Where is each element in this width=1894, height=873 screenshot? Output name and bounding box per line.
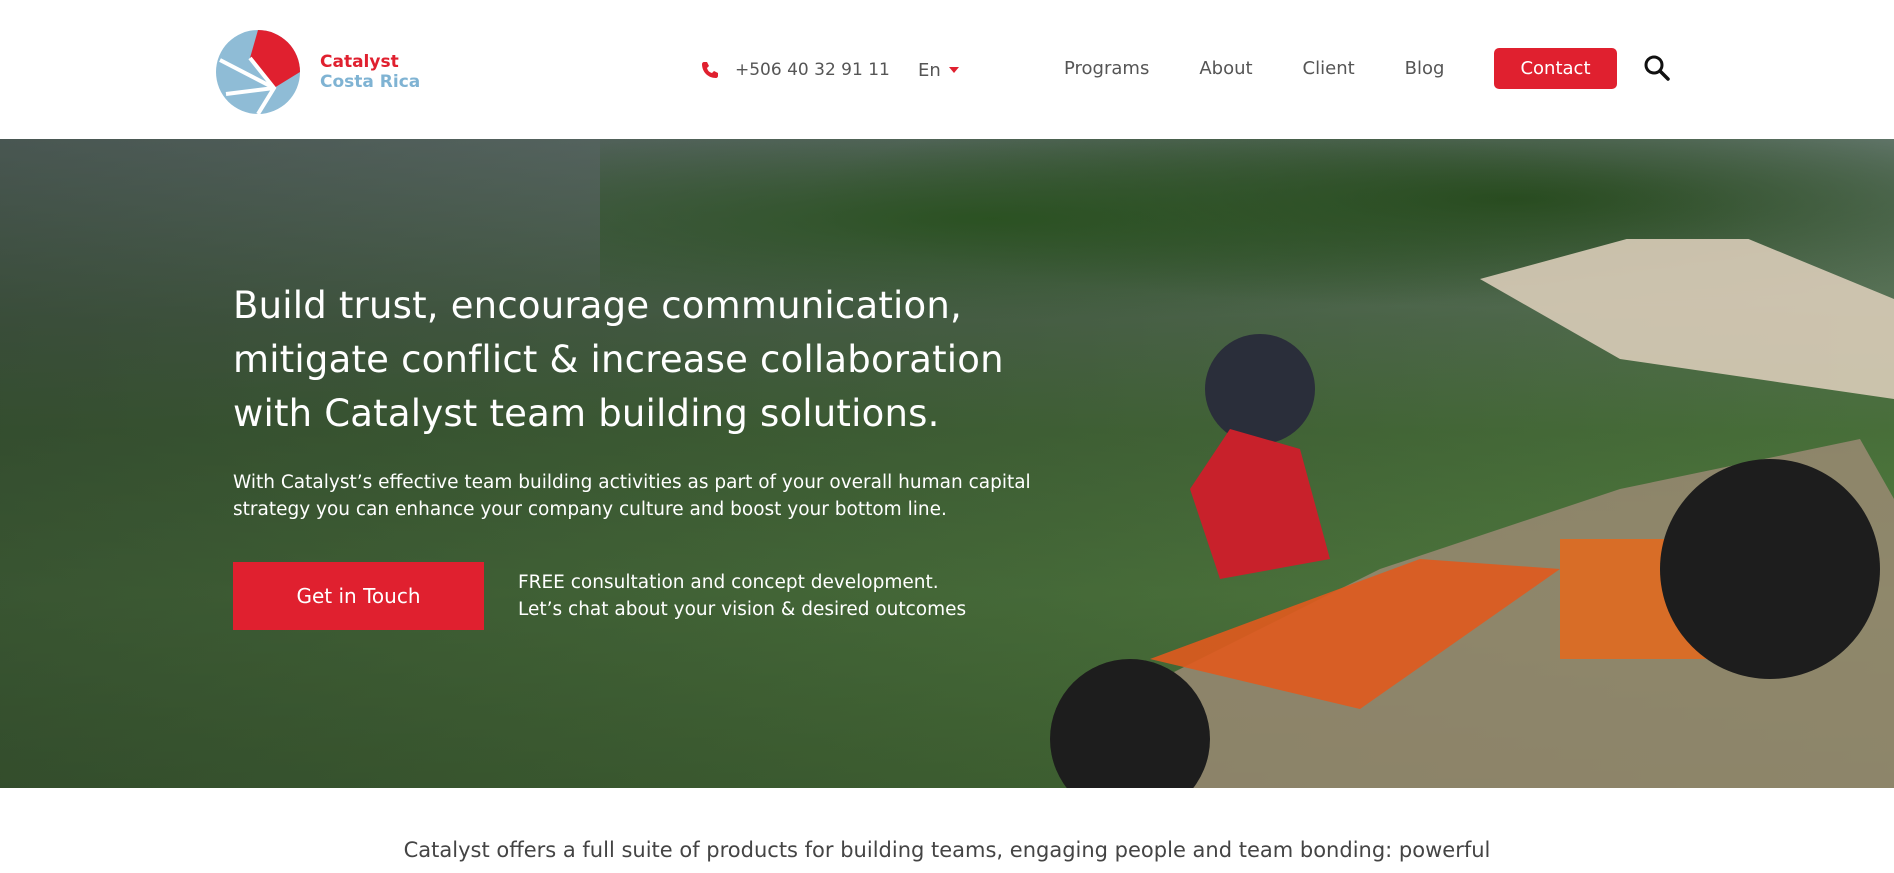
contact-button[interactable]: Contact	[1494, 47, 1617, 89]
language-label: En	[918, 59, 941, 81]
get-in-touch-button[interactable]: Get in Touch	[233, 562, 484, 630]
nav-item-blog[interactable]: Blog	[1405, 58, 1445, 79]
intro-section: Catalyst offers a full suite of products…	[0, 788, 1894, 873]
hero-lead-line1: With Catalyst’s effective team building …	[233, 472, 1031, 493]
brand-name-line2: Costa Rica	[320, 72, 421, 92]
phone-number: +506 40 32 91 11	[735, 60, 890, 80]
language-selector[interactable]: En	[918, 56, 959, 84]
main-nav: Programs About Client Blog Contact	[1064, 47, 1671, 89]
hero-title-line2: mitigate conflict & increase collaborati…	[233, 338, 1004, 381]
hero-content: Build trust, encourage communication, mi…	[233, 279, 1113, 523]
brand-name-line1: Catalyst	[320, 52, 399, 72]
brand-logo[interactable]: Catalyst Costa Rica	[214, 28, 454, 116]
hero-photo-kart	[1050, 239, 1894, 788]
search-icon[interactable]	[1643, 54, 1671, 82]
phone-icon	[702, 62, 718, 78]
hero-title-line3: with Catalyst team building solutions.	[233, 392, 940, 435]
hero-note-line1: FREE consultation and concept developmen…	[518, 572, 939, 593]
hero-section: Build trust, encourage communication, mi…	[0, 139, 1894, 788]
hero-title-line1: Build trust, encourage communication,	[233, 284, 962, 327]
caret-down-icon	[948, 67, 959, 73]
hero-title: Build trust, encourage communication, mi…	[233, 279, 1113, 441]
nav-item-programs[interactable]: Programs	[1064, 58, 1149, 79]
brand-name: Catalyst Costa Rica	[320, 52, 420, 92]
hero-cta-note: FREE consultation and concept developmen…	[518, 569, 966, 623]
intro-text: Catalyst offers a full suite of products…	[403, 838, 1491, 862]
hero-cta-row: Get in Touch FREE consultation and conce…	[233, 562, 966, 630]
site-header: Catalyst Costa Rica +506 40 32 91 11 En …	[0, 0, 1894, 139]
catalyst-logo-icon	[216, 30, 300, 116]
header-phone[interactable]: +506 40 32 91 11	[700, 56, 890, 84]
nav-item-about[interactable]: About	[1199, 58, 1252, 79]
hero-lead: With Catalyst’s effective team building …	[233, 469, 1033, 523]
hero-lead-line2: strategy you can enhance your company cu…	[233, 499, 947, 520]
nav-item-client[interactable]: Client	[1303, 58, 1355, 79]
hero-note-line2: Let’s chat about your vision & desired o…	[518, 599, 967, 620]
